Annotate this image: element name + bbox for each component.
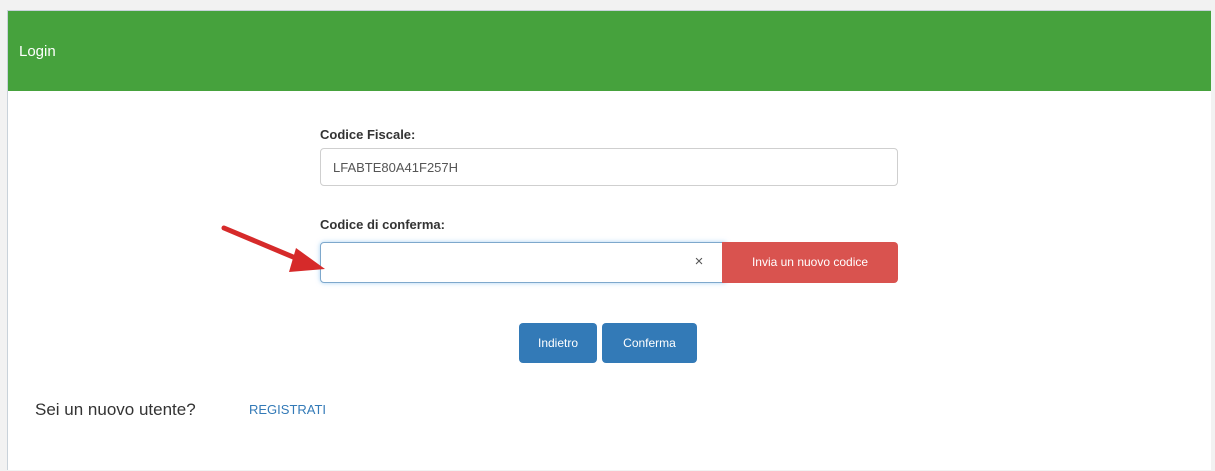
panel-header: Login xyxy=(8,11,1211,91)
page-title: Login xyxy=(19,43,56,60)
codice-fiscale-input[interactable] xyxy=(320,148,898,186)
codice-fiscale-label: Codice Fiscale: xyxy=(320,127,416,142)
register-link[interactable]: REGISTRATI xyxy=(249,402,326,417)
new-user-text: Sei un nuovo utente? xyxy=(35,400,196,419)
codice-conferma-label: Codice di conferma: xyxy=(320,217,445,232)
back-button[interactable]: Indietro xyxy=(519,323,597,363)
codice-conferma-input[interactable] xyxy=(320,242,726,283)
close-icon[interactable]: × xyxy=(689,252,709,272)
screenshot-frame: Login Codice Fiscale: Codice di conferma… xyxy=(0,0,1215,471)
confirm-button[interactable]: Conferma xyxy=(602,323,697,363)
send-new-code-button[interactable]: Invia un nuovo codice xyxy=(722,242,898,283)
